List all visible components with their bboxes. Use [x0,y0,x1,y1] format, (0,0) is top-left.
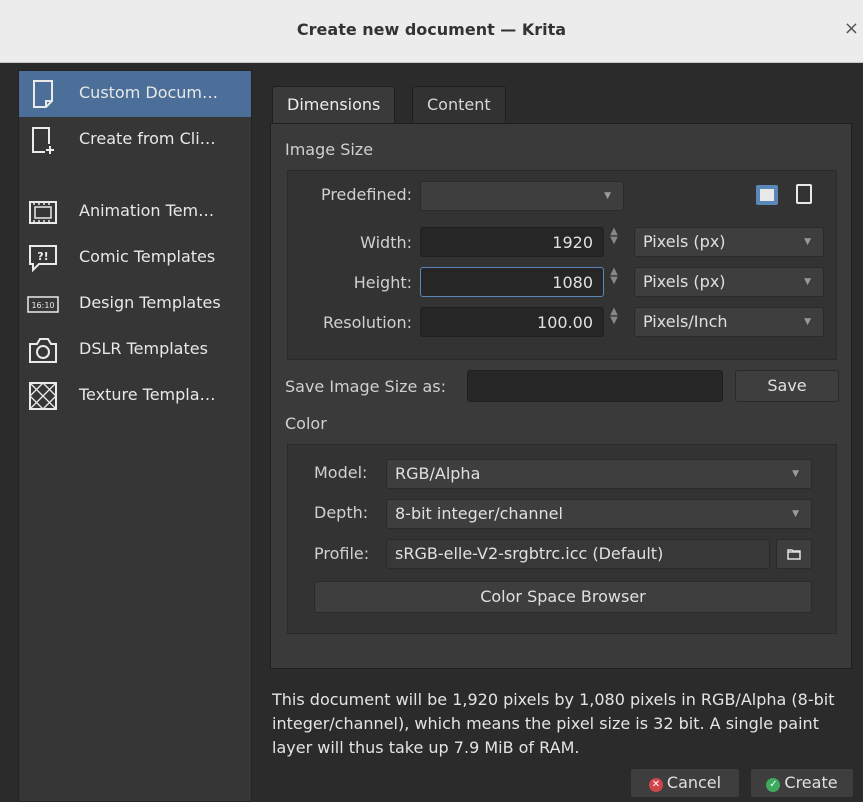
image-size-group: Predefined: ▼ Width: 1920 ▲ ▼ Pixels (px)… [287,170,837,360]
create-icon: ✓ [766,778,781,792]
width-field[interactable]: 1920 [420,227,604,257]
create-label: Create [784,773,838,792]
width-value: 1920 [552,233,593,252]
color-space-browser-button[interactable]: Color Space Browser [314,581,812,613]
height-value: 1080 [552,273,593,292]
sidebar-item-animation-templates[interactable]: Animation Tem… [19,189,251,235]
sidebar-item-label: Create from Cli… [79,129,216,148]
cancel-icon: ✕ [648,778,663,792]
tab-content[interactable]: Content [412,86,506,125]
design-icon: 16:10 [27,296,59,313]
clipboard-new-icon [32,127,54,154]
cancel-label: Cancel [666,773,722,792]
model-value: RGB/Alpha [395,464,481,483]
document-icon [33,80,53,108]
chevron-down-icon: ▼ [804,277,811,287]
texture-icon [29,382,57,410]
window-title: Create new document — Krita [296,20,567,39]
depth-label: Depth: [314,503,369,522]
animation-icon [29,201,57,224]
height-spin-arrows[interactable]: ▲ ▼ [606,267,622,297]
sidebar-item-label: Animation Tem… [79,201,215,220]
profile-label: Profile: [314,544,370,563]
chevron-down-icon: ▼ [804,237,811,247]
height-field[interactable]: 1080 [420,267,604,297]
chevron-down-icon: ▼ [804,317,811,327]
resolution-field[interactable]: 100.00 [420,307,604,337]
landscape-icon [760,189,774,201]
tab-dimensions[interactable]: Dimensions [272,86,396,125]
camera-icon [29,338,57,363]
profile-field[interactable]: sRGB-elle-V2-srgbtrc.icc (Default) [386,539,770,569]
sidebar-item-comic-templates[interactable]: ?! Comic Templates [19,235,251,281]
predefined-label: Predefined: [320,185,412,204]
predefined-select[interactable]: ▼ [420,181,624,211]
sidebar-item-create-from-clipboard[interactable]: Create from Cli… [19,117,251,163]
color-group: Model: RGB/Alpha ▼ Depth: 8-bit integer/… [287,444,837,634]
comic-icon-glyph: ?! [37,250,48,263]
close-icon[interactable]: × [844,18,859,39]
width-label: Width: [360,233,412,252]
resolution-unit-select[interactable]: Pixels/Inch ▼ [634,307,824,337]
design-icon-glyph: 16:10 [31,301,54,310]
save-size-button[interactable]: Save [735,370,839,402]
sidebar-item-label: Comic Templates [79,247,216,266]
chevron-down-icon: ▼ [604,191,611,201]
width-unit-select[interactable]: Pixels (px) ▼ [634,227,824,257]
resolution-unit: Pixels/Inch [643,312,728,331]
profile-browse-button[interactable] [776,539,812,569]
width-spin-arrows[interactable]: ▲ ▼ [606,227,622,257]
chevron-down-icon: ▼ [792,509,799,519]
image-size-heading: Image Size [285,140,374,159]
width-unit: Pixels (px) [643,232,726,251]
sidebar-item-label: Custom Docum… [79,83,219,102]
comic-icon: ?! [29,245,57,273]
height-unit: Pixels (px) [643,272,726,291]
landscape-orientation-button[interactable] [756,185,778,205]
save-size-label: Save Image Size as: [285,377,447,396]
sidebar-item-texture-templates[interactable]: Texture Templa… [19,373,251,419]
height-unit-select[interactable]: Pixels (px) ▼ [634,267,824,297]
sidebar-item-label: Texture Templa… [79,385,216,404]
color-heading: Color [285,414,327,433]
template-sidebar: Custom Docum… Create from Cli… Animation… [18,70,252,802]
dimensions-panel: Image Size Predefined: ▼ Width: 1920 ▲ ▼ … [270,123,852,669]
depth-select[interactable]: 8-bit integer/channel ▼ [386,499,812,529]
profile-value: sRGB-elle-V2-srgbtrc.icc (Default) [395,544,664,563]
resolution-label: Resolution: [323,313,412,332]
sidebar-item-custom-document[interactable]: Custom Docum… [19,71,251,117]
depth-value: 8-bit integer/channel [395,504,563,523]
resolution-spin-arrows[interactable]: ▲ ▼ [606,307,622,337]
sidebar-item-label: DSLR Templates [79,339,208,358]
title-bar: Create new document — Krita × [0,0,863,63]
model-select[interactable]: RGB/Alpha ▼ [386,459,812,489]
chevron-down-icon: ▼ [792,469,799,479]
save-size-input[interactable] [467,370,723,402]
model-label: Model: [314,463,368,482]
folder-icon [787,548,801,560]
document-description: This document will be 1,920 pixels by 1,… [272,690,835,757]
sidebar-item-label: Design Templates [79,293,221,312]
resolution-value: 100.00 [537,313,593,332]
height-label: Height: [353,273,412,292]
sidebar-item-design-templates[interactable]: 16:10 Design Templates [19,281,251,327]
portrait-icon [800,188,808,200]
portrait-orientation-button[interactable] [796,184,812,204]
sidebar-item-dslr-templates[interactable]: DSLR Templates [19,327,251,373]
